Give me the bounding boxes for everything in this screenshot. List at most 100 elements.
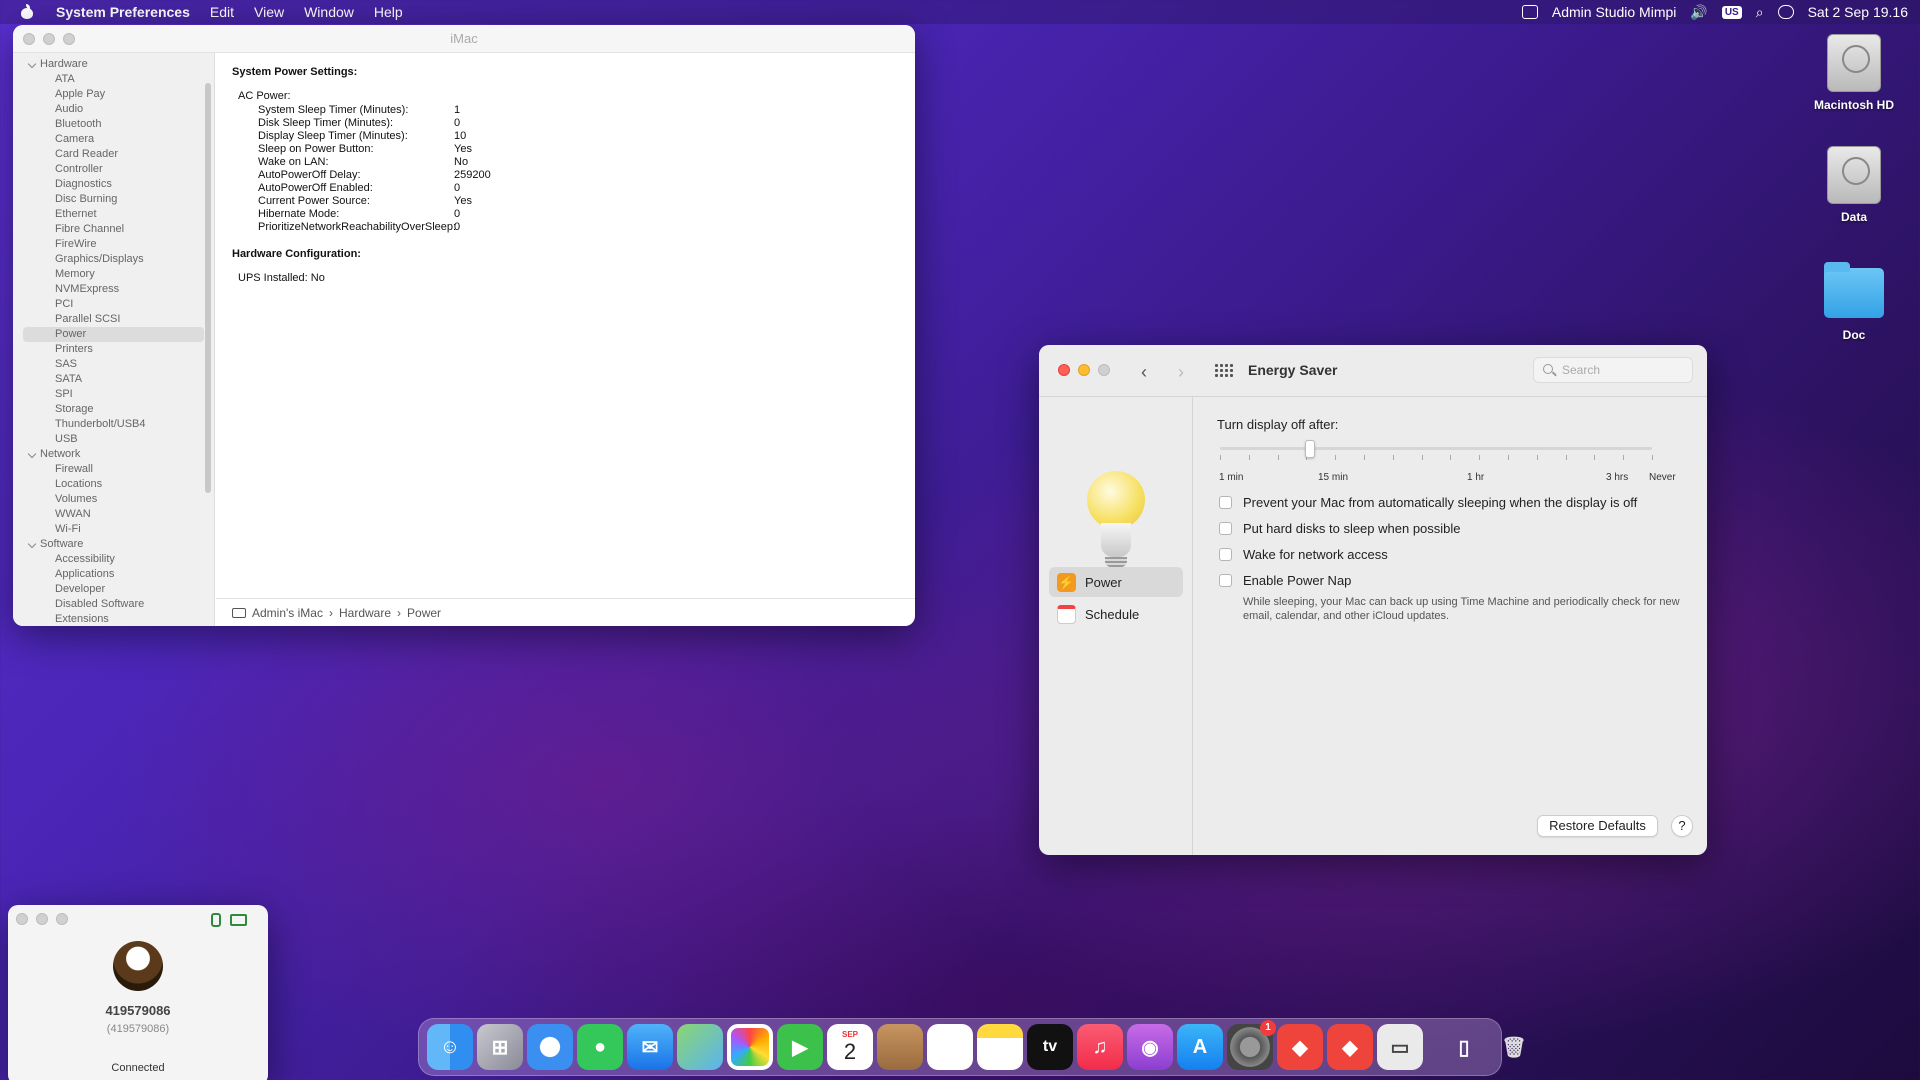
sidebar-item-wwan[interactable]: WWAN — [13, 507, 214, 522]
calendar-icon[interactable]: SEP 2 — [827, 1024, 873, 1070]
sidebar-item-pci[interactable]: PCI — [13, 297, 214, 312]
sidebar-item-disabled-software[interactable]: Disabled Software — [13, 597, 214, 612]
desktop-icon-doc[interactable]: Doc — [1799, 262, 1909, 342]
minimize-button[interactable] — [36, 913, 48, 925]
sidebar-item-developer[interactable]: Developer — [13, 582, 214, 597]
sidebar-item-usb[interactable]: USB — [13, 432, 214, 447]
close-button[interactable] — [23, 33, 35, 45]
sidebar-item-applications[interactable]: Applications — [13, 567, 214, 582]
help-button[interactable]: ? — [1671, 815, 1693, 837]
sidebar-item-thunderbolt-usb4[interactable]: Thunderbolt/USB4 — [13, 417, 214, 432]
sidebar-item-sata[interactable]: SATA — [13, 372, 214, 387]
sidebar-item-power[interactable]: Power — [23, 327, 204, 342]
close-button[interactable] — [16, 913, 28, 925]
volume-icon[interactable]: 🔊 — [1690, 4, 1707, 21]
menu-view[interactable]: View — [244, 4, 294, 20]
sidebar-scrollbar[interactable] — [205, 83, 211, 493]
input-source-icon[interactable]: US — [1721, 5, 1742, 19]
zoom-button[interactable] — [1098, 364, 1110, 376]
display-off-slider[interactable] — [1220, 447, 1652, 450]
sidebar-item-volumes[interactable]: Volumes — [13, 492, 214, 507]
sidebar-item-ata[interactable]: ATA — [13, 72, 214, 87]
anydesk-2-icon[interactable]: ◆ — [1327, 1024, 1373, 1070]
sidebar-item-locations[interactable]: Locations — [13, 477, 214, 492]
sidebar-item-ethernet[interactable]: Ethernet — [13, 207, 214, 222]
sidebar-item-printers[interactable]: Printers — [13, 342, 214, 357]
back-arrow-icon[interactable]: ‹ — [1141, 362, 1147, 383]
path-section[interactable]: Hardware — [339, 606, 391, 620]
sidebar-item-audio[interactable]: Audio — [13, 102, 214, 117]
sidebar-item-apple-pay[interactable]: Apple Pay — [13, 87, 214, 102]
document-icon[interactable]: ▯ — [1441, 1024, 1487, 1070]
sidebar-item-parallel-scsi[interactable]: Parallel SCSI — [13, 312, 214, 327]
trash-icon[interactable]: 🗑 — [1491, 1024, 1537, 1070]
facetime-icon[interactable]: ▶ — [777, 1024, 823, 1070]
finder-icon[interactable]: ☺ — [427, 1024, 473, 1070]
option-disk-sleep[interactable]: Put hard disks to sleep when possible — [1219, 521, 1461, 536]
music-icon[interactable]: ♫ — [1077, 1024, 1123, 1070]
sidebar-item-firewire[interactable]: FireWire — [13, 237, 214, 252]
checkbox[interactable] — [1219, 548, 1232, 561]
system-preferences-icon[interactable]: 1 — [1227, 1020, 1276, 1070]
sidebar-item-fibre-channel[interactable]: Fibre Channel — [13, 222, 214, 237]
activity-icon[interactable] — [1521, 5, 1538, 19]
sidebar-item-bluetooth[interactable]: Bluetooth — [13, 117, 214, 132]
sidebar-item-extensions[interactable]: Extensions — [13, 612, 214, 622]
slider-knob[interactable] — [1305, 440, 1315, 458]
option-wake-network[interactable]: Wake for network access — [1219, 547, 1388, 562]
photos-icon[interactable] — [727, 1024, 773, 1070]
menu-clock[interactable]: Sat 2 Sep 19.16 — [1808, 4, 1908, 20]
app-store-icon[interactable]: A — [1177, 1024, 1223, 1070]
checkbox[interactable] — [1219, 496, 1232, 509]
sidebar-item-spi[interactable]: SPI — [13, 387, 214, 402]
sidebar-item-wi-fi[interactable]: Wi-Fi — [13, 522, 214, 537]
monitor-icon[interactable] — [230, 914, 247, 926]
menu-app-name[interactable]: System Preferences — [46, 4, 200, 20]
messages-icon[interactable]: ● — [577, 1024, 623, 1070]
spotlight-search-icon[interactable]: ⌕ — [1756, 4, 1764, 21]
restore-defaults-button[interactable]: Restore Defaults — [1537, 815, 1658, 837]
sidebar-item-graphics-displays[interactable]: Graphics/Displays — [13, 252, 214, 267]
sidebar-item-controller[interactable]: Controller — [13, 162, 214, 177]
sidebar-item-diagnostics[interactable]: Diagnostics — [13, 177, 214, 192]
close-button[interactable] — [1058, 364, 1070, 376]
path-item[interactable]: Power — [407, 606, 441, 620]
launchpad-icon[interactable]: ⊞ — [477, 1024, 523, 1070]
desktop-icon-macintosh-hd[interactable]: Macintosh HD — [1799, 34, 1909, 112]
sidebar-item-power[interactable]: ⚡ Power — [1049, 567, 1183, 597]
sidebar-item-nvmexpress[interactable]: NVMExpress — [13, 282, 214, 297]
apple-menu-icon[interactable] — [20, 4, 34, 20]
option-power-nap[interactable]: Enable Power Nap — [1219, 573, 1351, 588]
anydesk-icon[interactable]: ◆ — [1277, 1024, 1323, 1070]
sidebar-group-hardware[interactable]: Hardware — [13, 57, 214, 72]
show-all-grid-icon[interactable] — [1215, 364, 1233, 378]
sidebar-item-disc-burning[interactable]: Disc Burning — [13, 192, 214, 207]
scanner-icon[interactable]: ▭ — [1377, 1024, 1423, 1070]
sidebar-item-card-reader[interactable]: Card Reader — [13, 147, 214, 162]
checkbox[interactable] — [1219, 522, 1232, 535]
sidebar-item-accessibility[interactable]: Accessibility — [13, 552, 214, 567]
safari-icon[interactable] — [527, 1024, 573, 1070]
sidebar-item-camera[interactable]: Camera — [13, 132, 214, 147]
zoom-button[interactable] — [56, 913, 68, 925]
sidebar-item-storage[interactable]: Storage — [13, 402, 214, 417]
maps-icon[interactable] — [677, 1024, 723, 1070]
menu-edit[interactable]: Edit — [200, 4, 244, 20]
search-field[interactable]: Search — [1533, 357, 1693, 383]
menu-window[interactable]: Window — [294, 4, 364, 20]
option-prevent-sleep[interactable]: Prevent your Mac from automatically slee… — [1219, 495, 1637, 510]
zoom-button[interactable] — [63, 33, 75, 45]
apple-tv-icon[interactable]: tv — [1027, 1024, 1073, 1070]
minimize-button[interactable] — [1078, 364, 1090, 376]
sidebar-item-memory[interactable]: Memory — [13, 267, 214, 282]
sidebar-group-software[interactable]: Software — [13, 537, 214, 552]
mail-icon[interactable]: ✉ — [627, 1024, 673, 1070]
reminders-icon[interactable] — [927, 1024, 973, 1070]
minimize-button[interactable] — [43, 33, 55, 45]
path-computer[interactable]: Admin's iMac — [252, 606, 323, 620]
desktop-icon-data[interactable]: Data — [1799, 146, 1909, 224]
contacts-icon[interactable] — [877, 1024, 923, 1070]
checkbox[interactable] — [1219, 574, 1232, 587]
notes-icon[interactable] — [977, 1024, 1023, 1070]
podcasts-icon[interactable]: ◉ — [1127, 1024, 1173, 1070]
